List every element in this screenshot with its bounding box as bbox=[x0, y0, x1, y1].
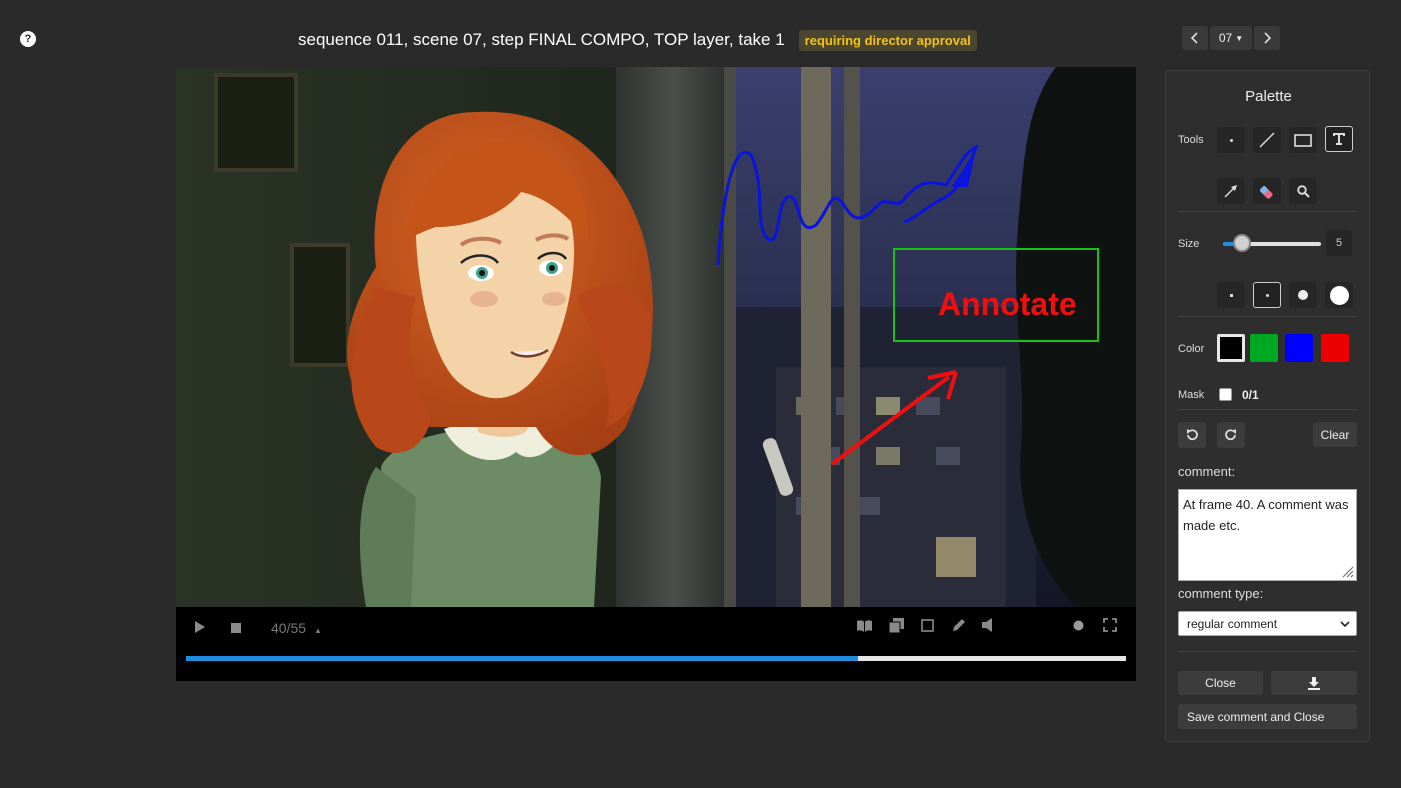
download-icon bbox=[1308, 677, 1320, 690]
chevron-down-icon bbox=[1340, 620, 1350, 627]
caret-up-icon: ▲ bbox=[313, 626, 322, 635]
arrow-icon bbox=[1224, 185, 1237, 198]
comment-type-value: regular comment bbox=[1187, 616, 1278, 631]
dot-tool-button[interactable] bbox=[1217, 127, 1245, 153]
color-swatch-black[interactable] bbox=[1217, 334, 1245, 362]
comment-label: comment: bbox=[1178, 464, 1236, 479]
brush-size-s-button[interactable] bbox=[1253, 282, 1281, 308]
take-select-value: 07 bbox=[1218, 31, 1233, 45]
magnifier-icon bbox=[1296, 184, 1310, 198]
eraser-icon bbox=[1260, 186, 1273, 199]
close-button[interactable]: Close bbox=[1178, 671, 1263, 695]
palette-title: Palette bbox=[1245, 88, 1292, 105]
page-title: sequence 011, scene 07, step FINAL COMPO… bbox=[298, 30, 785, 49]
comment-text: At frame 40. A comment was made etc. bbox=[1183, 497, 1349, 533]
square-icon[interactable] bbox=[921, 619, 934, 634]
stop-icon[interactable] bbox=[231, 621, 241, 635]
arrow-tool-button[interactable] bbox=[1217, 178, 1245, 204]
dot-icon bbox=[1265, 293, 1269, 297]
title-bar: sequence 011, scene 07, step FINAL COMPO… bbox=[298, 28, 977, 52]
size-value[interactable]: 5 bbox=[1326, 230, 1352, 256]
video-frame-image: Annotate bbox=[176, 67, 1136, 607]
text-icon bbox=[1333, 133, 1345, 145]
divider bbox=[1178, 651, 1357, 652]
caret-down-icon: ▼ bbox=[1235, 33, 1244, 43]
compare-icon[interactable] bbox=[888, 618, 904, 635]
dot-icon bbox=[1229, 293, 1233, 297]
progress-bar-fill bbox=[186, 656, 859, 661]
volume-icon[interactable] bbox=[982, 618, 994, 634]
line-icon bbox=[1259, 132, 1275, 148]
tools-label: Tools bbox=[1178, 134, 1204, 146]
video-frame[interactable]: Annotate bbox=[176, 67, 1136, 607]
palette-panel: Palette Tools Size 5 Color Mask 0/1 Clea… bbox=[1165, 70, 1370, 742]
undo-button[interactable] bbox=[1178, 422, 1206, 448]
comment-type-label: comment type: bbox=[1178, 586, 1264, 601]
color-swatch-red[interactable] bbox=[1321, 334, 1349, 362]
take-select[interactable]: 07 ▼ bbox=[1210, 26, 1252, 50]
book-icon[interactable] bbox=[856, 619, 873, 635]
save-comment-button[interactable]: Save comment and Close bbox=[1178, 704, 1357, 729]
brush-size-xs-button[interactable] bbox=[1217, 282, 1245, 308]
clear-button[interactable]: Clear bbox=[1313, 422, 1357, 447]
size-slider-thumb[interactable] bbox=[1232, 234, 1251, 252]
status-badge: requiring director approval bbox=[798, 29, 977, 51]
pencil-icon[interactable] bbox=[952, 618, 966, 634]
resize-handle-icon[interactable] bbox=[1340, 564, 1354, 578]
rectangle-tool-button[interactable] bbox=[1289, 127, 1317, 153]
divider bbox=[1178, 316, 1357, 317]
player-controls: 40/55 ▲ bbox=[176, 607, 1136, 681]
mask-checkbox[interactable] bbox=[1219, 388, 1232, 401]
redo-button[interactable] bbox=[1217, 422, 1245, 448]
color-swatch-blue[interactable] bbox=[1285, 334, 1313, 362]
line-tool-button[interactable] bbox=[1253, 127, 1281, 153]
eraser-tool-button[interactable] bbox=[1253, 178, 1281, 204]
next-take-button[interactable] bbox=[1254, 26, 1280, 50]
mask-value: 0/1 bbox=[1242, 388, 1259, 402]
fullscreen-icon[interactable] bbox=[1103, 618, 1117, 634]
text-tool-button[interactable] bbox=[1325, 126, 1353, 152]
brush-size-m-button[interactable] bbox=[1289, 282, 1317, 308]
color-label: Color bbox=[1178, 343, 1205, 355]
chevron-right-icon bbox=[1264, 32, 1272, 44]
previous-take-button[interactable] bbox=[1182, 26, 1208, 50]
redo-icon bbox=[1225, 429, 1236, 441]
divider bbox=[1178, 211, 1357, 212]
take-navigation: 07 ▼ bbox=[1182, 26, 1280, 50]
frame-counter-value: 40/55 bbox=[271, 620, 307, 636]
text-annotation: Annotate bbox=[938, 286, 1077, 322]
color-swatch-green[interactable] bbox=[1250, 334, 1278, 362]
rectangle-icon bbox=[1294, 133, 1312, 147]
chevron-left-icon bbox=[1190, 32, 1198, 44]
size-label: Size bbox=[1178, 238, 1200, 250]
dot-icon bbox=[1229, 138, 1233, 142]
frame-counter[interactable]: 40/55 ▲ bbox=[271, 620, 322, 636]
zoom-tool-button[interactable] bbox=[1289, 178, 1317, 204]
record-icon[interactable] bbox=[1073, 619, 1084, 633]
mask-label: Mask bbox=[1178, 389, 1205, 401]
video-player: Annotate 40/55 ▲ bbox=[176, 67, 1136, 681]
dot-icon bbox=[1329, 285, 1349, 305]
play-icon[interactable] bbox=[194, 620, 206, 636]
dot-icon bbox=[1298, 290, 1308, 300]
help-icon[interactable]: ? bbox=[20, 31, 36, 47]
progress-bar[interactable] bbox=[186, 656, 1126, 661]
comment-textarea[interactable]: At frame 40. A comment was made etc. bbox=[1178, 489, 1357, 581]
divider bbox=[1178, 409, 1357, 410]
comment-type-select[interactable]: regular comment bbox=[1178, 611, 1357, 636]
undo-icon bbox=[1187, 429, 1198, 441]
download-button[interactable] bbox=[1271, 671, 1357, 695]
brush-size-l-button[interactable] bbox=[1325, 282, 1353, 308]
